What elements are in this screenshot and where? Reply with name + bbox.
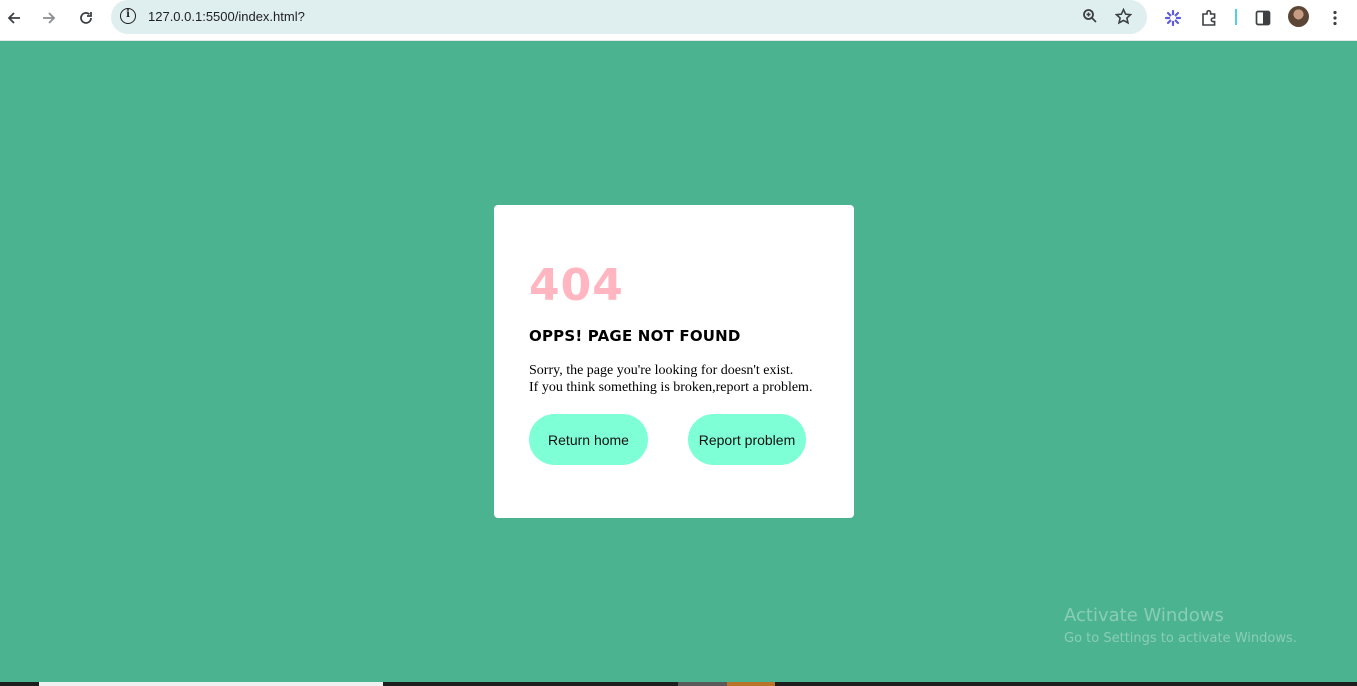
error-code: 404 — [529, 260, 624, 311]
reload-icon[interactable] — [74, 6, 98, 30]
kebab-menu-icon[interactable] — [1323, 6, 1347, 30]
error-message-line-1: Sorry, the page you're looking for doesn… — [529, 363, 794, 378]
browser-toolbar: i 127.0.0.1:5500/index.html? — [0, 0, 1357, 41]
url-text[interactable]: 127.0.0.1:5500/index.html? — [148, 9, 305, 24]
error-message: Sorry, the page you're looking for doesn… — [529, 362, 829, 396]
avatar[interactable] — [1288, 6, 1309, 27]
activation-watermark-subtitle: Go to Settings to activate Windows. — [1064, 631, 1297, 646]
activation-watermark-title: Activate Windows — [1064, 605, 1224, 626]
report-problem-button[interactable]: Report problem — [688, 414, 806, 465]
star-icon[interactable] — [1112, 5, 1134, 27]
back-arrow-icon[interactable] — [2, 6, 26, 30]
forward-arrow-icon[interactable] — [37, 6, 61, 30]
taskbar-segment — [727, 682, 775, 686]
return-home-button[interactable]: Return home — [529, 414, 648, 465]
extension-flower-icon[interactable] — [1161, 6, 1185, 30]
address-bar[interactable]: i 127.0.0.1:5500/index.html? — [111, 0, 1147, 34]
toolbar-divider — [1235, 9, 1237, 25]
error-card: 404 OPPS! PAGE NOT FOUND Sorry, the page… — [494, 205, 854, 518]
taskbar-segment — [678, 682, 727, 686]
puzzle-icon[interactable] — [1197, 6, 1221, 30]
taskbar-strip — [0, 682, 1357, 686]
taskbar-active-segment — [39, 682, 383, 686]
zoom-icon[interactable] — [1079, 5, 1101, 27]
side-panel-icon[interactable] — [1251, 6, 1275, 30]
error-message-line-2: If you think something is broken,report … — [529, 380, 813, 395]
info-icon[interactable]: i — [120, 8, 136, 24]
error-heading: OPPS! PAGE NOT FOUND — [529, 327, 741, 345]
